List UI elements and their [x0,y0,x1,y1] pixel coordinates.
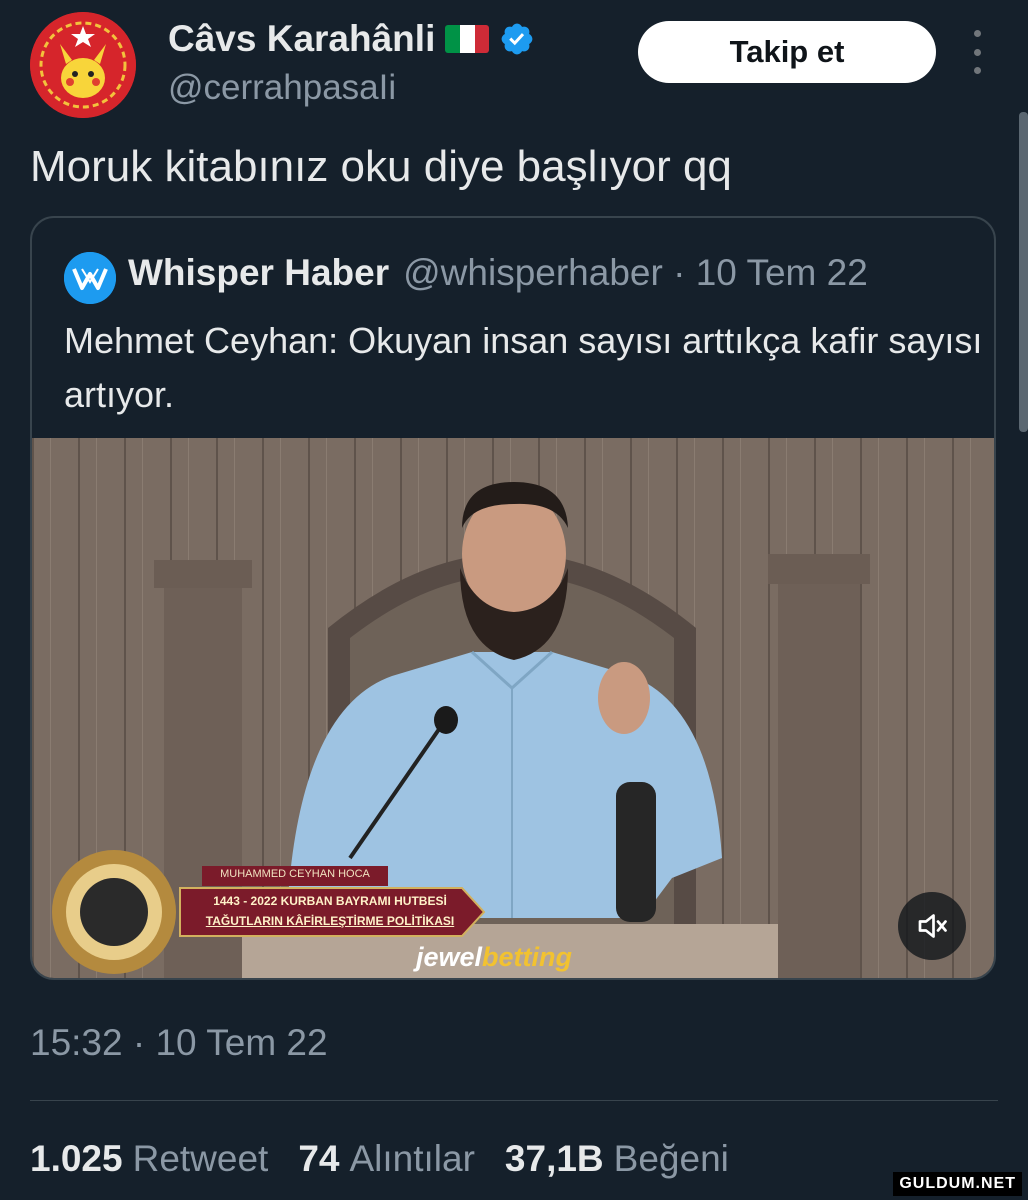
scrollbar[interactable] [1019,112,1028,432]
video-frame [32,438,994,978]
more-options-icon[interactable] [962,30,992,74]
like-value: 37,1B [504,1138,604,1179]
tweet-text: Moruk kitabınız oku diye başlıyor qq [30,142,732,191]
quoted-author-meta: @whisperhaber · 10 Tem 22 [403,252,868,293]
site-watermark: GULDUM.NET [893,1172,1022,1196]
banner-line-2: TAĞUTLARIN KÂFİRLEŞTİRME POLİTİKASI [205,914,455,928]
quote-value: 74 [298,1138,340,1179]
author-display-name[interactable]: Câvs Karahânli [168,18,435,60]
tweet-timestamp[interactable]: 15:32 · 10 Tem 22 [30,1022,328,1064]
quoted-author-avatar[interactable] [64,252,116,304]
pikachu-emblem-icon [30,12,136,118]
mute-toggle-button[interactable] [898,892,966,960]
sponsor-part-2: betting [482,942,573,972]
quote-count[interactable]: 74 Alıntılar [298,1138,475,1180]
like-label: Beğeni [613,1138,729,1179]
sponsor-watermark: jewelbetting [416,942,572,973]
whisper-logo-icon [64,252,116,304]
follow-button[interactable]: Takip et [638,21,936,83]
quoted-author-name[interactable]: Whisper Haber [128,252,389,294]
video-player[interactable]: MUHAMMED CEYHAN HOCA 1443 - 2022 KURBAN … [32,438,994,978]
author-handle[interactable]: @cerrahpasaIi [168,68,396,108]
divider [30,1100,998,1101]
banner-line-1: 1443 - 2022 KURBAN BAYRAMI HUTBESİ [213,894,447,908]
author-avatar[interactable] [30,12,136,118]
retweet-label: Retweet [132,1138,269,1179]
engagement-stats: 1.025 Retweet 74 Alıntılar 37,1B Beğeni [30,1138,729,1180]
quoted-tweet-header: Whisper Haber @whisperhaber · 10 Tem 22 [128,252,868,294]
verified-badge-icon [501,23,533,55]
author-name-row[interactable]: Câvs Karahânli [168,18,535,60]
like-count[interactable]: 37,1B Beğeni [505,1138,729,1180]
retweet-value: 1.025 [30,1138,123,1179]
sponsor-part-1: jewel [416,942,483,972]
italy-flag-icon [445,25,490,53]
retweet-count[interactable]: 1.025 Retweet [30,1138,268,1180]
quoted-tweet-card[interactable]: Whisper Haber @whisperhaber · 10 Tem 22 … [30,216,996,980]
speaker-caption: MUHAMMED CEYHAN HOCA [220,868,370,880]
quote-label: Alıntılar [349,1138,475,1179]
quoted-tweet-text: Mehmet Ceyhan: Okuyan insan sayısı arttı… [64,320,983,415]
speaker-muted-icon [918,914,947,938]
